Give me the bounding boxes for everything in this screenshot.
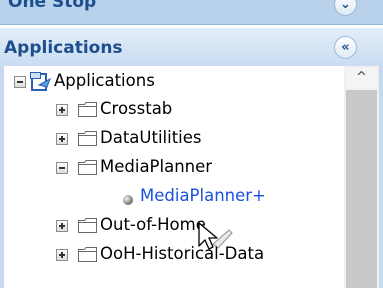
bullet-icon bbox=[122, 191, 134, 210]
applications-tree: Applications Crosstab DataUtilities Medi… bbox=[4, 66, 379, 288]
expand-toggle-icon[interactable] bbox=[56, 104, 68, 116]
mouse-cursor-icon bbox=[198, 222, 238, 264]
tree-item-label: DataUtilities bbox=[100, 128, 202, 147]
double-chevron-up-icon[interactable]: « bbox=[334, 36, 357, 59]
expand-toggle-icon[interactable] bbox=[56, 133, 68, 145]
application-icon bbox=[30, 72, 52, 91]
expand-toggle-icon[interactable] bbox=[56, 220, 68, 232]
scroll-up-arrow-icon[interactable]: ^ bbox=[346, 68, 377, 88]
expand-toggle-icon[interactable] bbox=[56, 249, 68, 261]
tree-leaf-label: MediaPlanner+ bbox=[140, 186, 266, 205]
tree-item-label: Out-of-Home bbox=[100, 215, 206, 234]
folder-icon bbox=[78, 160, 97, 175]
applications-panel: Applications « Applications Crosstab Dat… bbox=[0, 28, 383, 288]
scroll-thumb[interactable] bbox=[346, 90, 377, 288]
applications-title: Applications bbox=[4, 38, 123, 58]
tree-item-label: OoH-Historical-Data bbox=[100, 244, 265, 263]
folder-icon bbox=[78, 131, 97, 146]
folder-icon bbox=[78, 218, 97, 233]
vertical-scrollbar[interactable]: ^ bbox=[344, 66, 379, 288]
tree-item-label: Crosstab bbox=[100, 99, 173, 118]
folder-icon bbox=[78, 102, 97, 117]
one-stop-panel-header[interactable]: One Stop ⌄ bbox=[0, 0, 383, 25]
folder-icon bbox=[78, 247, 97, 262]
chevron-down-icon[interactable]: ⌄ bbox=[334, 0, 357, 16]
collapse-toggle-icon[interactable] bbox=[56, 162, 68, 174]
tree-item-label: MediaPlanner bbox=[100, 157, 213, 176]
collapse-toggle-icon[interactable] bbox=[14, 76, 26, 88]
applications-panel-header[interactable]: Applications « bbox=[0, 28, 383, 66]
tree-root-label: Applications bbox=[54, 71, 155, 90]
one-stop-title: One Stop bbox=[8, 0, 97, 12]
